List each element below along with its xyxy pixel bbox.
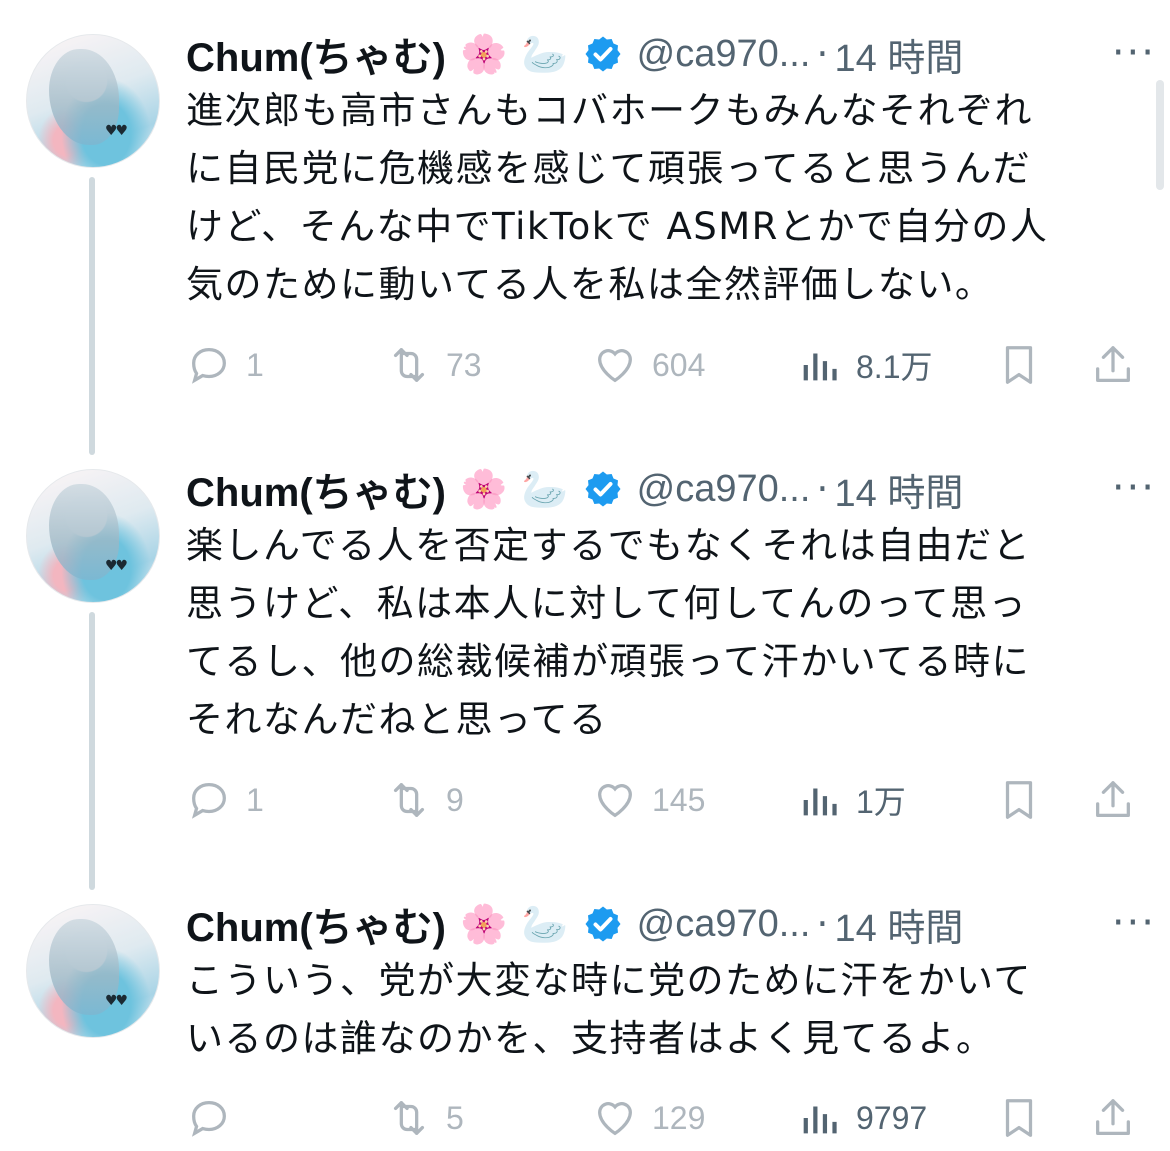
- cherry-blossom-emoji: 🌸: [459, 466, 508, 511]
- reply-count: 1: [246, 346, 264, 383]
- bookmark-button[interactable]: [996, 770, 1042, 830]
- reply-button[interactable]: [186, 1088, 246, 1148]
- share-button[interactable]: [1090, 335, 1136, 395]
- verified-badge-icon[interactable]: [583, 904, 623, 944]
- views-count: 8.1万: [856, 349, 933, 385]
- tweet-text: こういう、党が大変な時に党のために汗をかいて いるのは誰なのかを、支持者はよく見…: [186, 959, 1032, 1060]
- reply-button[interactable]: 1: [186, 335, 264, 395]
- reply-count: 1: [246, 781, 264, 818]
- thread-line: [89, 177, 95, 455]
- tweet-header: Chum(ちゃむ) 🌸 🦢 @ca970... · 14 時間: [186, 457, 963, 521]
- reply-icon: [191, 348, 226, 384]
- views-count: 1万: [856, 784, 906, 820]
- retweet-count: 73: [446, 346, 482, 383]
- reply-button[interactable]: 1: [186, 770, 264, 830]
- timestamp[interactable]: 14 時間: [835, 897, 964, 952]
- cherry-blossom-emoji: 🌸: [459, 31, 508, 76]
- views-icon: [803, 1106, 837, 1134]
- views-button[interactable]: 1万: [796, 770, 906, 830]
- reply-icon: [191, 783, 226, 819]
- avatar[interactable]: ♥♥: [26, 469, 160, 603]
- retweet-button[interactable]: 5: [386, 1088, 464, 1148]
- goose-emoji: 🦢: [521, 31, 569, 76]
- share-button[interactable]: [1090, 770, 1136, 830]
- tweet-3[interactable]: ♥♥ Chum(ちゃむ) 🌸 🦢 @ca970... · 14 時間 ··· こ…: [0, 892, 1170, 1151]
- avatar[interactable]: ♥♥: [26, 34, 160, 168]
- bookmark-icon: [1005, 346, 1033, 384]
- share-icon: [1096, 346, 1130, 382]
- like-icon: [598, 349, 632, 383]
- timestamp[interactable]: 14 時間: [835, 27, 964, 82]
- like-count: 604: [652, 346, 706, 383]
- like-button[interactable]: 604: [592, 335, 705, 395]
- tweet-text: 楽しんでる人を否定するでもなくそれは自由だと 思うけど、私は本人に対して何してん…: [186, 524, 1032, 741]
- more-icon[interactable]: ···: [1112, 900, 1156, 946]
- more-icon[interactable]: ···: [1112, 30, 1156, 76]
- views-button[interactable]: 9797: [796, 1088, 927, 1148]
- goose-emoji: 🦢: [521, 466, 569, 511]
- display-name[interactable]: Chum(ちゃむ): [186, 25, 446, 83]
- verified-badge-icon[interactable]: [583, 469, 623, 509]
- display-name[interactable]: Chum(ちゃむ): [186, 895, 446, 953]
- verified-badge-icon[interactable]: [583, 34, 623, 74]
- like-button[interactable]: 129: [592, 1088, 705, 1148]
- like-button[interactable]: 145: [592, 770, 705, 830]
- display-name[interactable]: Chum(ちゃむ): [186, 460, 446, 518]
- share-icon: [1096, 781, 1130, 817]
- bookmark-icon: [1005, 1099, 1033, 1137]
- reply-icon: [191, 1101, 226, 1137]
- views-icon: [803, 353, 837, 381]
- handle[interactable]: @ca970...: [637, 468, 811, 511]
- like-icon: [598, 784, 632, 818]
- views-button[interactable]: 8.1万: [796, 335, 933, 395]
- retweet-icon: [393, 348, 425, 382]
- share-icon: [1096, 1099, 1130, 1135]
- tweet-1[interactable]: ♥♥ Chum(ちゃむ) 🌸 🦢 @ca970... · 14 時間 ··· 進…: [0, 22, 1170, 455]
- share-button[interactable]: [1090, 1088, 1136, 1148]
- retweet-icon: [393, 1101, 425, 1135]
- separator: ·: [816, 467, 829, 511]
- retweet-count: 9: [446, 781, 464, 818]
- action-bar: 1 73 604 8.1万: [186, 335, 1146, 395]
- more-icon[interactable]: ···: [1112, 465, 1156, 511]
- thread-line: [89, 612, 95, 890]
- like-icon: [598, 1102, 632, 1136]
- tweet-2[interactable]: ♥♥ Chum(ちゃむ) 🌸 🦢 @ca970... · 14 時間 ··· 楽…: [0, 457, 1170, 890]
- action-bar: 5 129 9797: [186, 1088, 1146, 1148]
- retweet-button[interactable]: 73: [386, 335, 482, 395]
- action-bar: 1 9 145 1万: [186, 770, 1146, 830]
- cherry-blossom-emoji: 🌸: [459, 901, 508, 946]
- retweet-button[interactable]: 9: [386, 770, 464, 830]
- avatar[interactable]: ♥♥: [26, 904, 160, 1038]
- goose-emoji: 🦢: [521, 901, 569, 946]
- bookmark-button[interactable]: [996, 335, 1042, 395]
- handle[interactable]: @ca970...: [637, 903, 811, 946]
- separator: ·: [816, 32, 829, 76]
- views-icon: [803, 788, 837, 816]
- retweet-icon: [393, 783, 425, 817]
- like-count: 145: [652, 781, 706, 818]
- bookmark-icon: [1005, 781, 1033, 819]
- tweet-header: Chum(ちゃむ) 🌸 🦢 @ca970... · 14 時間: [186, 22, 963, 86]
- handle[interactable]: @ca970...: [637, 33, 811, 76]
- timestamp[interactable]: 14 時間: [835, 462, 964, 517]
- bookmark-button[interactable]: [996, 1088, 1042, 1148]
- views-count: 9797: [856, 1099, 928, 1136]
- like-count: 129: [652, 1099, 706, 1136]
- tweet-header: Chum(ちゃむ) 🌸 🦢 @ca970... · 14 時間: [186, 892, 963, 956]
- retweet-count: 5: [446, 1099, 464, 1136]
- separator: ·: [816, 902, 829, 946]
- tweet-text: 進次郎も高市さんもコバホークもみんなそれぞれ に自民党に危機感を感じて頑張ってる…: [186, 89, 1049, 306]
